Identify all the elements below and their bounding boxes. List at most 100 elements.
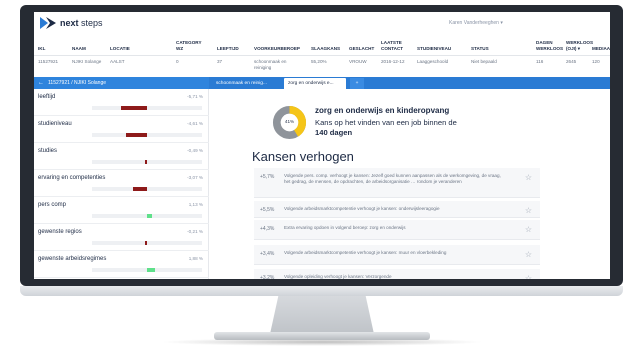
factor-bar — [147, 214, 153, 218]
suggestion-percentage: +3,2% — [260, 275, 275, 279]
sector-title: zorg en onderwijs en kinderopvang — [315, 106, 450, 115]
table-row[interactable]: 11527921 NJIKI Solange AALST 0 37 schoonmaak … — [34, 57, 610, 75]
factor-name: studieniveau — [38, 121, 72, 127]
star-icon[interactable]: ☆ — [525, 206, 532, 215]
monitor-stand-neck — [270, 296, 374, 334]
factor-track — [92, 214, 202, 218]
cell-voorkeurberoep: schoonmaak en reiniging — [254, 59, 287, 70]
cell-mediaan: 120 — [592, 59, 600, 64]
factor-percentage: 1,13 % — [188, 202, 203, 207]
factor-bar — [145, 241, 147, 245]
factor-row[interactable]: ervaring en competenties -3,07 % — [34, 170, 209, 197]
donut-percentage: 41% — [284, 119, 295, 124]
factor-bar — [147, 268, 156, 272]
detail-panel: 41% zorg en onderwijs en kinderopvang Ka… — [210, 89, 610, 279]
factor-name: pers comp — [38, 202, 67, 208]
suggestion-item[interactable]: +4,3% Extra ervaring opdoen in volgend be… — [254, 220, 540, 240]
user-menu[interactable]: Karen Vanderheeghen ▾ — [449, 20, 503, 26]
factor-percentage: -0,49 % — [187, 148, 203, 153]
factor-percentage: -3,07 % — [187, 175, 203, 180]
suggestion-percentage: +5,7% — [260, 174, 275, 180]
suggestion-item[interactable]: +3,2% Volgende opleiding verhoogt je kans… — [254, 269, 540, 279]
factor-row[interactable]: gewenste arbeidsregimes 1,88 % — [34, 251, 209, 278]
factor-name: leeftijd — [38, 94, 56, 100]
logo-text: next steps — [60, 18, 103, 28]
chance-text: Kans op het vinden van een job binnen de… — [315, 118, 457, 137]
suggestion-item[interactable]: +3,4% Volgende arbeidsmarktcompetentie ve… — [254, 245, 540, 265]
column-header-werkloos-oji[interactable]: WERKLOOS (OJI) ▾ — [566, 40, 594, 51]
monitor-mockup: next steps Karen Vanderheeghen ▾ IKL NAAM… — [0, 0, 644, 349]
factor-bar — [121, 106, 147, 110]
cell-laatste-contact: 2016-12-12 — [381, 59, 405, 64]
column-header-locatie[interactable]: LOCATIE — [110, 46, 140, 52]
table-header: IKL NAAM LOCATIE CATEGORY WZ LEEFTIJD VOORKEU… — [34, 38, 610, 56]
column-header-geslacht[interactable]: GESLACHT — [349, 46, 375, 52]
cell-category-wz: 0 — [176, 59, 179, 64]
factor-row[interactable]: gewenste regios -0,21 % — [34, 224, 209, 251]
column-header-status[interactable]: STATUS — [471, 46, 505, 52]
factor-track — [92, 241, 202, 245]
cell-werkloos-oji: 2645 — [566, 59, 577, 64]
factor-row[interactable]: pers comp 1,13 % — [34, 197, 209, 224]
column-header-laatste-contact[interactable]: LAATSTE CONTACT — [381, 40, 409, 51]
column-header-slaagkans[interactable]: SLAAGKANS — [311, 46, 340, 52]
monitor-chin — [20, 286, 623, 296]
star-icon[interactable]: ☆ — [525, 250, 532, 259]
factor-percentage: 1,88 % — [188, 256, 203, 261]
factor-row[interactable]: studies -0,49 % — [34, 143, 209, 170]
cell-geslacht: VROUW — [349, 59, 367, 64]
add-tab-button[interactable]: + — [350, 78, 364, 89]
factor-row[interactable]: studieniveau -4,61 % — [34, 116, 209, 143]
suggestion-text: Volgende opleiding verhoogt je kansen: V… — [284, 274, 392, 279]
suggestion-percentage: +4,3% — [260, 226, 275, 232]
breadcrumb-label: 11527921 / NJIKI Solange — [48, 80, 107, 86]
factor-track — [92, 160, 202, 164]
factor-track — [92, 268, 202, 272]
cell-status: Niet bepaald — [471, 59, 497, 64]
factor-row[interactable]: leeftijd -5,71 % — [34, 89, 209, 116]
factor-bar — [144, 160, 147, 164]
factor-bar — [126, 133, 147, 137]
factor-track — [92, 133, 202, 137]
breadcrumb[interactable]: ← 11527921 / NJIKI Solange — [34, 77, 209, 89]
cell-locatie: AALST — [110, 59, 125, 64]
star-icon[interactable]: ☆ — [525, 225, 532, 234]
suggestion-item[interactable]: +5,5% Volgende arbeidsmarktcompetentie ve… — [254, 201, 540, 218]
cell-studieniveau: Laaggeschoold — [417, 59, 449, 64]
column-header-leeftijd[interactable]: LEEFTIJD — [217, 46, 239, 52]
column-header-ikl[interactable]: IKL — [38, 46, 62, 52]
star-icon[interactable]: ☆ — [525, 173, 532, 182]
factor-panel: leeftijd -5,71 % studieniveau -4,61 % studie… — [34, 89, 209, 279]
column-header-mediaan[interactable]: MEDIAAN — [592, 46, 610, 52]
logo-icon — [40, 17, 56, 29]
star-icon[interactable]: ☆ — [525, 274, 532, 279]
column-header-category-wz[interactable]: CATEGORY WZ — [176, 40, 204, 51]
column-header-voorkeurberoep[interactable]: VOORKEURBEROEP — [254, 46, 304, 52]
cell-naam: NJIKI Solange — [72, 59, 102, 64]
suggestion-text: Volgende pers. comp. verhoogt je kansen:… — [284, 173, 501, 184]
suggestion-text: Volgende arbeidsmarktcompetentie verhoog… — [284, 206, 440, 211]
kansen-heading: Kansen verhogen — [252, 149, 354, 164]
cell-leeftijd: 37 — [217, 59, 223, 64]
suggestion-text: Volgende arbeidsmarktcompetentie verhoog… — [284, 250, 447, 255]
app-screen: next steps Karen Vanderheeghen ▾ IKL NAAM… — [34, 12, 610, 279]
suggestion-text: Extra ervaring opdoen in volgend beroep:… — [284, 225, 406, 230]
suggestion-percentage: +5,5% — [260, 207, 275, 213]
cell-dagen-werkloos: 116 — [536, 59, 544, 64]
back-arrow-icon[interactable]: ← — [38, 80, 44, 86]
tab-zorg-onderwijs[interactable]: zorg en onderwijs e... — [284, 78, 346, 89]
factor-percentage: -0,21 % — [187, 229, 203, 234]
column-header-dagen-werkloos[interactable]: DAGEN WERKLOOS — [536, 40, 563, 51]
factor-bar — [133, 187, 147, 191]
factor-name: gewenste arbeidsregimes — [38, 256, 107, 262]
factor-track — [92, 187, 202, 191]
factor-track — [92, 106, 202, 110]
suggestion-item[interactable]: +5,7% Volgende pers. comp. verhoogt je ka… — [254, 168, 540, 198]
column-header-naam[interactable]: NAAM — [72, 46, 102, 52]
factor-percentage: -4,61 % — [187, 121, 203, 126]
cell-ikl: 11527921 — [38, 59, 59, 64]
column-header-studieniveau[interactable]: STUDIENIVEAU — [417, 46, 457, 52]
factor-name: gewenste regios — [38, 229, 82, 235]
monitor-stand-foot — [214, 332, 430, 340]
tab-schoonmaak[interactable]: schoonmaak en reinig... — [212, 78, 282, 89]
